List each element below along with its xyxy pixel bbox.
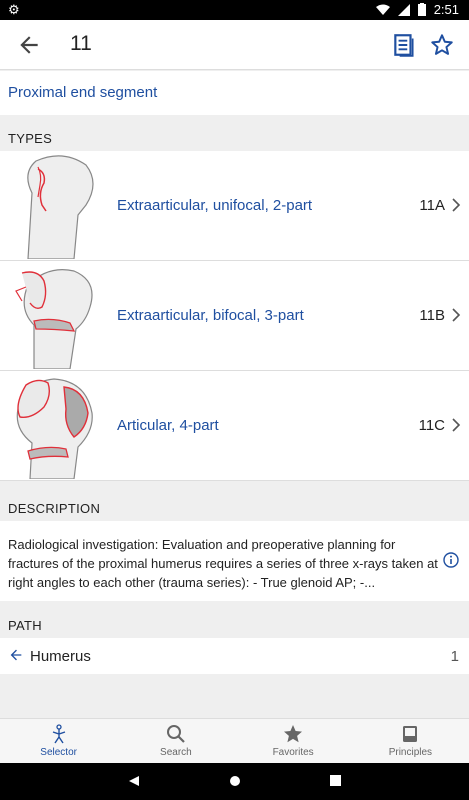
section-link-label: Proximal end segment [8,84,158,101]
type-label: Extraarticular, unifocal, 2-part [117,197,313,214]
tab-favorites[interactable]: Favorites [235,719,352,763]
settings-gear-icon: ⚙ [8,2,20,17]
type-label: Extraarticular, bifocal, 3-part [117,307,304,324]
tab-label: Favorites [272,747,314,758]
chevron-right-icon [452,198,461,212]
system-navigation-bar [0,763,469,800]
wifi-icon [375,4,390,15]
path-item-humerus[interactable]: Humerus 1 [0,638,469,674]
book-icon [403,726,418,742]
path-header: PATH [0,602,469,638]
system-home-icon[interactable] [229,775,241,787]
path-item-count: 1 [450,648,459,665]
page-title: 11 [70,32,92,55]
chevron-right-icon [452,418,461,432]
tab-principles[interactable]: Principles [352,719,469,763]
back-arrow-icon[interactable] [16,32,42,58]
search-icon [166,725,185,743]
tab-search[interactable]: Search [117,719,234,763]
path-header-label: PATH [8,618,42,633]
type-row-11b[interactable]: Extraarticular, bifocal, 3-part 11B [0,261,469,371]
signal-icon [397,3,410,16]
type-code: 11C [418,417,445,434]
tab-label: Selector [40,747,77,758]
star-icon [284,725,303,743]
tab-label: Search [160,747,192,758]
description-header-label: DESCRIPTION [8,501,101,516]
types-header-label: TYPES [8,131,53,146]
app-bar: 11 [0,20,469,70]
battery-icon [417,3,426,16]
back-arrow-icon [10,649,22,661]
type-row-11a[interactable]: Extraarticular, unifocal, 2-part 11A [0,151,469,261]
bottom-navigation: Selector Search Favorites Principles [0,718,469,763]
type-code: 11B [419,307,445,324]
clock: 2:51 [433,2,459,17]
description-panel[interactable]: Radiological investigation: Evaluation a… [0,521,469,601]
description-header: DESCRIPTION [0,485,469,521]
types-header: TYPES [0,115,469,151]
type-label: Articular, 4-part [117,417,219,434]
document-list-icon[interactable] [391,32,417,58]
system-back-icon[interactable] [128,775,140,787]
star-outline-icon[interactable] [429,32,455,58]
description-text: Radiological investigation: Evaluation a… [8,537,438,590]
type-code: 11A [419,197,445,214]
chevron-right-icon [452,308,461,322]
fracture-11c-illustration [16,378,93,479]
fracture-11a-illustration [27,155,94,259]
fracture-11b-illustration [15,269,93,369]
path-item-label: Humerus [30,648,91,665]
system-recents-icon[interactable] [330,775,341,786]
info-icon[interactable] [443,552,459,568]
status-bar: ⚙ 2:51 [0,0,469,20]
tab-label: Principles [388,747,433,758]
tab-selector[interactable]: Selector [0,719,117,763]
proximal-end-segment-link[interactable]: Proximal end segment [0,71,469,115]
type-row-11c[interactable]: Articular, 4-part 11C [0,371,469,481]
selector-icon [52,724,65,744]
